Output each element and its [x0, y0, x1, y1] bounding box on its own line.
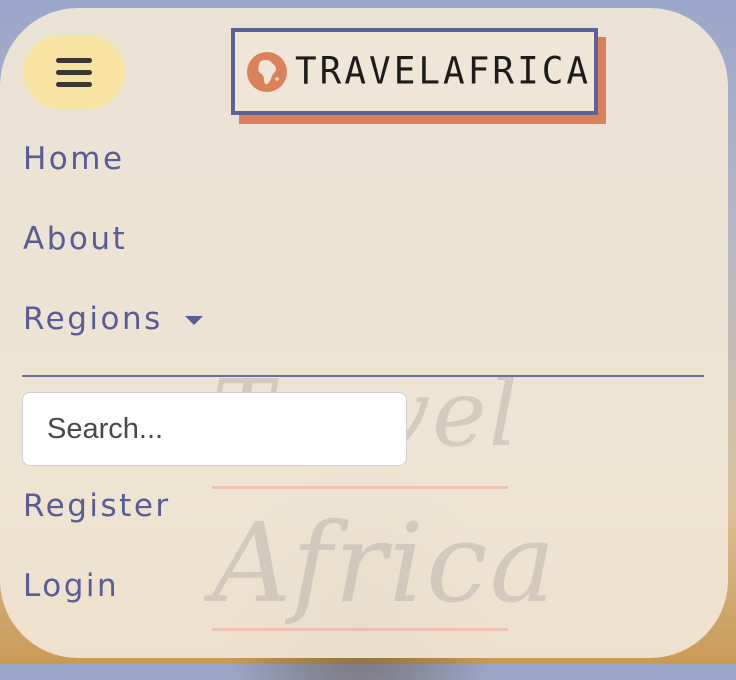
nav-divider: [22, 375, 704, 377]
nav-dropdown-regions[interactable]: Regions: [23, 304, 203, 335]
africa-globe-icon: [247, 51, 287, 92]
nav-link-login[interactable]: Login: [23, 571, 119, 602]
menu-toggle-button[interactable]: [23, 35, 125, 109]
hamburger-icon: [56, 57, 92, 87]
watermark-line-2: Africa: [212, 499, 558, 627]
search-input[interactable]: [22, 392, 407, 466]
watermark-divider-1: [212, 486, 508, 489]
watermark-divider-2: [212, 628, 508, 631]
brand-logo-link[interactable]: TRAVELAFRICA: [231, 28, 598, 115]
nav-link-home[interactable]: Home: [23, 144, 125, 175]
nav-regions-label: Regions: [23, 301, 163, 337]
nav-link-about[interactable]: About: [23, 224, 127, 255]
nav-link-register[interactable]: Register: [23, 491, 171, 522]
caret-down-icon: [184, 316, 203, 325]
brand-name: TRAVELAFRICA: [295, 49, 592, 94]
